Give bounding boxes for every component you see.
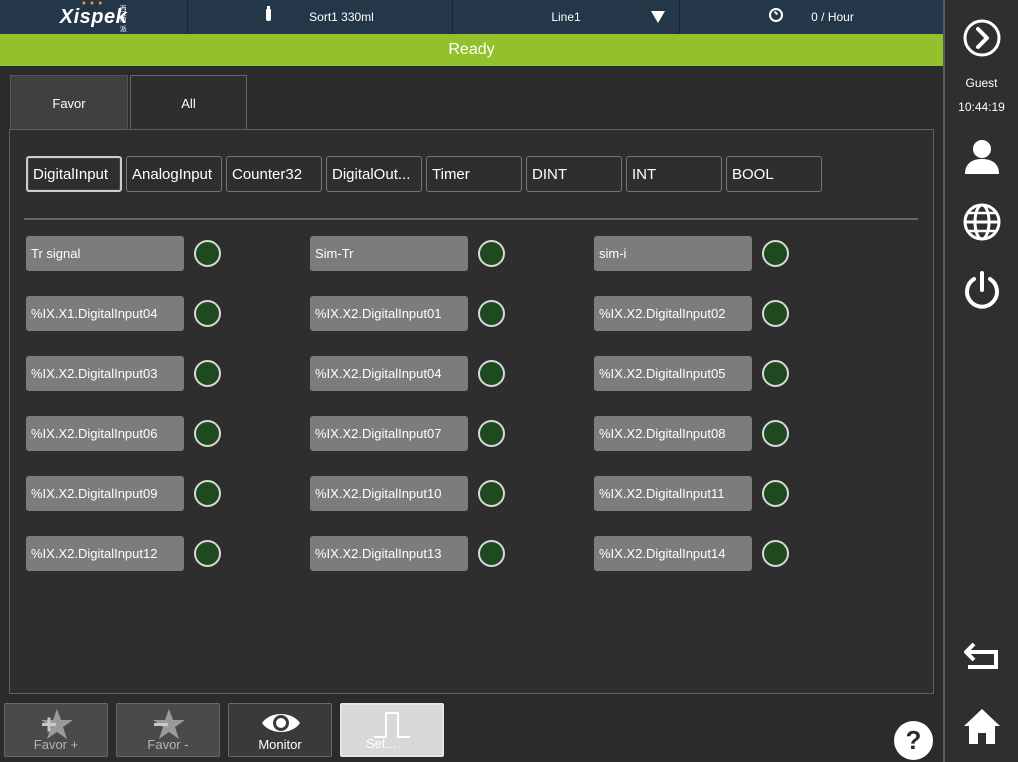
signal-label[interactable]: %IX.X2.DigitalInput04 xyxy=(310,356,468,391)
divider xyxy=(24,218,918,220)
signal-label[interactable]: %IX.X2.DigitalInput11 xyxy=(594,476,752,511)
signal-led-indicator xyxy=(194,360,221,387)
filter-label: DINT xyxy=(532,165,567,183)
signal-label[interactable]: %IX.X2.DigitalInput14 xyxy=(594,536,752,571)
signal-led-indicator xyxy=(478,480,505,507)
clock-time: 10:44:19 xyxy=(958,100,1005,114)
filter-analoginput[interactable]: AnalogInput xyxy=(126,156,222,192)
filter-bool[interactable]: BOOL xyxy=(726,156,822,192)
signal-led-indicator xyxy=(762,420,789,447)
signal-label[interactable]: %IX.X2.DigitalInput12 xyxy=(26,536,184,571)
star-minus-icon xyxy=(153,709,185,739)
set-label: Set... xyxy=(366,736,397,751)
filter-counter32[interactable]: Counter32 xyxy=(226,156,322,192)
filter-dint[interactable]: DINT xyxy=(526,156,622,192)
signals-panel xyxy=(9,129,934,694)
signal-label[interactable]: %IX.X2.DigitalInput05 xyxy=(594,356,752,391)
filter-label: Counter32 xyxy=(232,165,303,183)
set-button[interactable]: Set... xyxy=(340,703,444,757)
right-sidebar: Guest 10:44:19 xyxy=(943,0,1018,762)
signal-label[interactable]: Tr signal xyxy=(26,236,184,271)
rate-value: 0 / Hour xyxy=(811,10,854,24)
top-bar: ● ● ● 西斯派克 Xispek Sort1 330ml Line1 0 / … xyxy=(0,0,943,43)
favor-add-label: Favor + xyxy=(33,737,79,752)
logo-dots: ● ● ● xyxy=(81,0,104,7)
help-icon: ? xyxy=(905,725,922,755)
brand-logo: ● ● ● 西斯派克 Xispek xyxy=(0,0,188,43)
signal-label[interactable]: Sim-Tr xyxy=(310,236,468,271)
product-selector[interactable]: Sort1 330ml xyxy=(188,0,453,34)
filter-int[interactable]: INT xyxy=(626,156,722,192)
status-bar: Ready xyxy=(0,34,943,66)
clock-icon xyxy=(769,8,784,22)
signal-led-indicator xyxy=(762,540,789,567)
favor-remove-label: Favor - xyxy=(147,737,189,752)
signal-label[interactable]: %IX.X2.DigitalInput06 xyxy=(26,416,184,451)
filter-label: DigitalInput xyxy=(33,165,109,183)
chevron-down-icon xyxy=(651,11,665,23)
signal-led-indicator xyxy=(762,300,789,327)
signal-label[interactable]: %IX.X2.DigitalInput02 xyxy=(594,296,752,331)
signal-label[interactable]: %IX.X2.DigitalInput08 xyxy=(594,416,752,451)
signal-led-indicator xyxy=(478,360,505,387)
eye-icon xyxy=(262,714,300,732)
signal-label[interactable]: %IX.X2.DigitalInput10 xyxy=(310,476,468,511)
bottle-icon xyxy=(266,6,272,21)
help-button[interactable]: ? xyxy=(894,721,933,760)
tab-favor[interactable]: Favor xyxy=(10,75,128,130)
monitor-button[interactable]: Monitor xyxy=(228,703,332,757)
signal-label[interactable]: sim-i xyxy=(594,236,752,271)
line-dropdown[interactable]: Line1 xyxy=(453,0,680,34)
signal-label[interactable]: %IX.X1.DigitalInput04 xyxy=(26,296,184,331)
filter-label: DigitalOut... xyxy=(332,165,411,183)
monitor-label: Monitor xyxy=(258,737,302,752)
return-icon[interactable] xyxy=(962,640,1002,674)
signal-led-indicator xyxy=(194,240,221,267)
signal-led-indicator xyxy=(194,420,221,447)
star-plus-icon xyxy=(41,709,73,739)
signal-led-indicator xyxy=(762,360,789,387)
filter-label: BOOL xyxy=(732,165,774,183)
status-text: Ready xyxy=(448,41,495,58)
line-name: Line1 xyxy=(551,10,581,24)
filter-digitaloutput[interactable]: DigitalOut... xyxy=(326,156,422,192)
signal-led-indicator xyxy=(762,480,789,507)
user-icon[interactable] xyxy=(962,136,1002,176)
signal-led-indicator xyxy=(478,240,505,267)
signal-led-indicator xyxy=(194,540,221,567)
tab-all[interactable]: All xyxy=(130,75,247,131)
tab-favor-label: Favor xyxy=(52,95,86,111)
forward-circle-icon[interactable] xyxy=(962,18,1002,58)
favor-remove-button[interactable]: Favor - xyxy=(116,703,220,757)
signal-led-indicator xyxy=(194,480,221,507)
brand-name: Xispek xyxy=(59,5,128,28)
signal-led-indicator xyxy=(478,540,505,567)
user-name: Guest xyxy=(965,76,998,90)
globe-icon[interactable] xyxy=(962,202,1002,242)
filter-label: Timer xyxy=(432,165,470,183)
signal-led-indicator xyxy=(478,420,505,447)
signal-led-indicator xyxy=(478,300,505,327)
signal-label[interactable]: %IX.X2.DigitalInput09 xyxy=(26,476,184,511)
filter-label: INT xyxy=(632,165,657,183)
signal-label[interactable]: %IX.X2.DigitalInput01 xyxy=(310,296,468,331)
power-icon[interactable] xyxy=(962,270,1002,310)
home-icon[interactable] xyxy=(962,706,1002,746)
signal-label[interactable]: %IX.X2.DigitalInput13 xyxy=(310,536,468,571)
product-name: Sort1 330ml xyxy=(309,10,374,24)
filter-digitalinput[interactable]: DigitalInput xyxy=(26,156,122,192)
tab-all-label: All xyxy=(181,96,196,111)
filter-timer[interactable]: Timer xyxy=(426,156,522,192)
filter-label: AnalogInput xyxy=(132,165,213,183)
favor-add-button[interactable]: Favor + xyxy=(4,703,108,757)
signal-label[interactable]: %IX.X2.DigitalInput03 xyxy=(26,356,184,391)
rate-display: 0 / Hour xyxy=(680,0,943,34)
signal-led-indicator xyxy=(762,240,789,267)
signal-led-indicator xyxy=(194,300,221,327)
signal-label[interactable]: %IX.X2.DigitalInput07 xyxy=(310,416,468,451)
